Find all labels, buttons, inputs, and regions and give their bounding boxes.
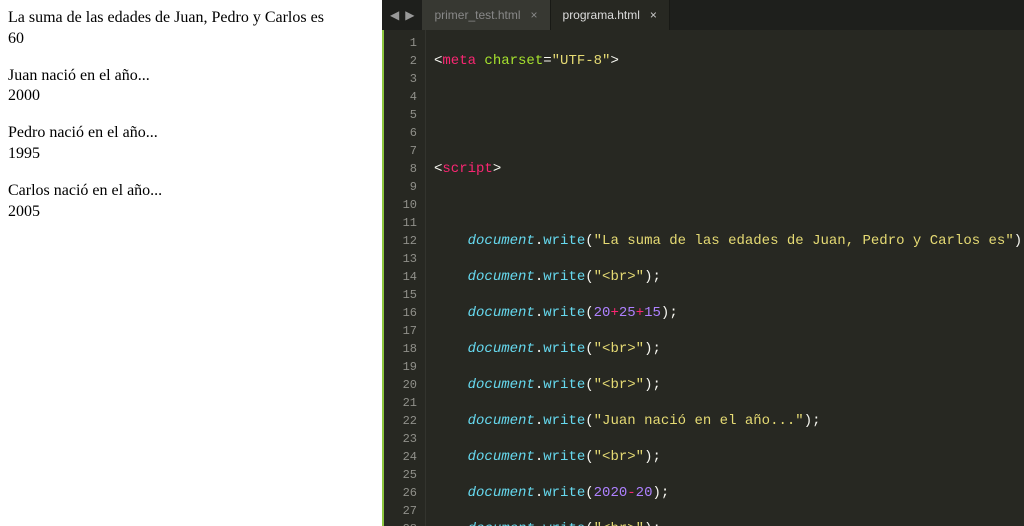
line-number: 25 <box>384 466 417 484</box>
line-number: 26 <box>384 484 417 502</box>
line-number: 28 <box>384 520 417 526</box>
line-number: 19 <box>384 358 417 376</box>
tab-primer-test[interactable]: primer_test.html × <box>422 0 550 30</box>
line-number: 1 <box>384 34 417 52</box>
line-number: 20 <box>384 376 417 394</box>
tab-label: primer_test.html <box>434 8 520 22</box>
preview-sum: 60 <box>8 29 374 50</box>
nav-prev-icon[interactable]: ◀ <box>390 8 399 22</box>
preview-pedro-label: Pedro nació en el año... <box>8 123 374 144</box>
line-number: 3 <box>384 70 417 88</box>
line-number: 14 <box>384 268 417 286</box>
line-number: 16 <box>384 304 417 322</box>
code-content[interactable]: <meta charset="UTF-8"> <script> document… <box>426 30 1024 526</box>
line-number: 22 <box>384 412 417 430</box>
line-number: 13 <box>384 250 417 268</box>
line-number: 18 <box>384 340 417 358</box>
tab-bar: ◀ ▶ primer_test.html × programa.html × <box>382 0 1024 30</box>
tab-nav: ◀ ▶ <box>382 0 422 30</box>
line-gutter: 1234567891011121314151617181920212223242… <box>384 30 426 526</box>
line-number: 5 <box>384 106 417 124</box>
line-number: 4 <box>384 88 417 106</box>
line-number: 17 <box>384 322 417 340</box>
tab-programa[interactable]: programa.html × <box>551 0 670 30</box>
preview-carlos-year: 2005 <box>8 202 374 223</box>
line-number: 11 <box>384 214 417 232</box>
line-number: 9 <box>384 178 417 196</box>
close-icon[interactable]: × <box>531 8 538 22</box>
preview-juan-label: Juan nació en el año... <box>8 66 374 87</box>
line-number: 8 <box>384 160 417 178</box>
preview-pedro-year: 1995 <box>8 144 374 165</box>
preview-text: La suma de las edades de Juan, Pedro y C… <box>8 8 374 29</box>
line-number: 21 <box>384 394 417 412</box>
line-number: 7 <box>384 142 417 160</box>
line-number: 24 <box>384 448 417 466</box>
line-number: 2 <box>384 52 417 70</box>
line-number: 10 <box>384 196 417 214</box>
line-number: 15 <box>384 286 417 304</box>
code-editor[interactable]: 1234567891011121314151617181920212223242… <box>382 30 1024 526</box>
nav-next-icon[interactable]: ▶ <box>405 8 414 22</box>
browser-preview-pane: La suma de las edades de Juan, Pedro y C… <box>0 0 382 526</box>
line-number: 6 <box>384 124 417 142</box>
line-number: 27 <box>384 502 417 520</box>
close-icon[interactable]: × <box>650 8 657 22</box>
preview-carlos-label: Carlos nació en el año... <box>8 181 374 202</box>
preview-juan-year: 2000 <box>8 86 374 107</box>
tab-label: programa.html <box>563 8 640 22</box>
line-number: 12 <box>384 232 417 250</box>
editor-pane: ◀ ▶ primer_test.html × programa.html × 1… <box>382 0 1024 526</box>
line-number: 23 <box>384 430 417 448</box>
